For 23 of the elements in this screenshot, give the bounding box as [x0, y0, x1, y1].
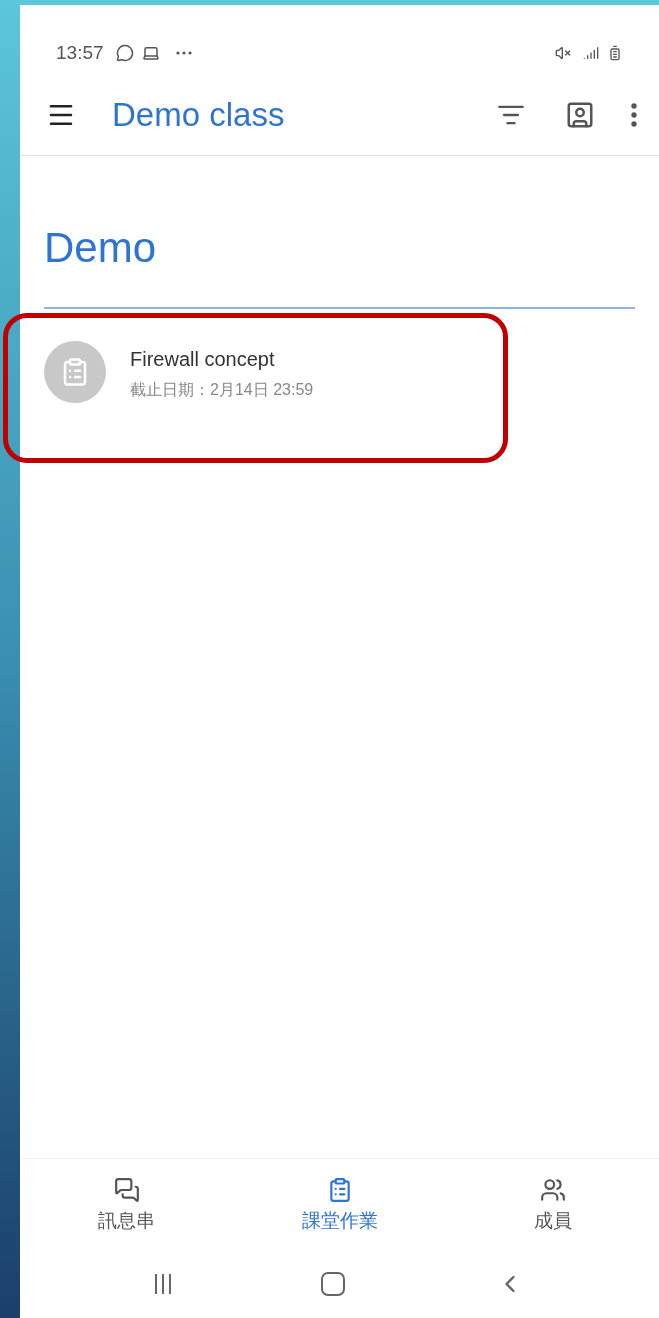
- class-title: Demo class: [112, 95, 285, 136]
- nav-tab[interactable]: 訊息串: [20, 1177, 233, 1236]
- profile-button[interactable]: [565, 100, 595, 130]
- people-icon: [539, 1177, 566, 1204]
- status-time: 13:57: [56, 40, 104, 65]
- mute-icon: [555, 45, 571, 61]
- signal-icon: [583, 45, 599, 61]
- nav-tab[interactable]: 成員: [446, 1177, 659, 1236]
- battery-icon: [607, 45, 623, 61]
- more-vertical-icon: [631, 103, 637, 127]
- home-button[interactable]: [321, 1272, 346, 1296]
- more-icon: [175, 51, 192, 55]
- assignment-title: Firewall concept: [130, 347, 276, 372]
- due-date: 截止日期：2月14日 23:59: [130, 380, 314, 400]
- assignment-item[interactable]: Firewall concept 截止日期：2月14日 23:59: [20, 309, 490, 443]
- laptop-icon: [141, 44, 160, 62]
- nav-tab[interactable]: 課堂作業: [233, 1177, 446, 1236]
- more-options-button[interactable]: [631, 103, 637, 127]
- chat-icon: [113, 1177, 140, 1204]
- chat-bubble-icon: [115, 44, 134, 62]
- topic-heading: Demo: [44, 224, 157, 271]
- recent-apps-button[interactable]: [155, 1274, 172, 1294]
- id-badge-icon: [565, 100, 595, 130]
